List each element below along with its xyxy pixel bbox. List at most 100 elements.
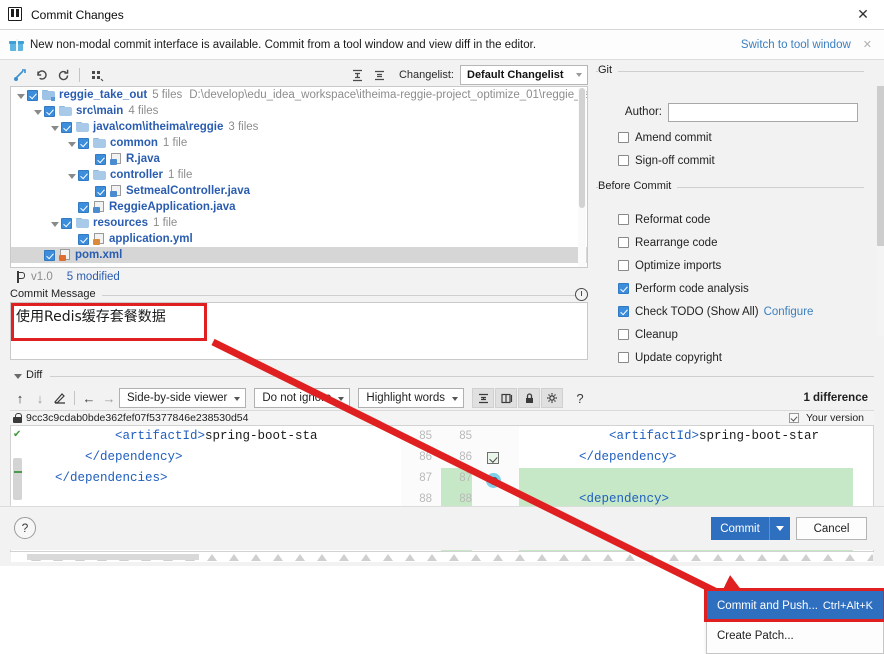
options-scrollbar[interactable] [877,86,884,336]
apply-right-icon[interactable]: → [99,388,119,408]
perform-code-analysis-checkbox[interactable]: Perform code analysis [618,279,749,298]
chevron-down-icon[interactable] [32,106,43,117]
tree-row-checkbox[interactable] [78,234,89,245]
lock-icon [13,413,22,423]
chevron-down-icon[interactable] [15,90,26,101]
changes-toolbar: Changelist: Default Changelist [8,64,588,86]
amend-commit-checkbox[interactable]: Amend commit [618,128,712,147]
switch-to-tool-window-link[interactable]: Switch to tool window [741,39,851,51]
cancel-button[interactable]: Cancel [796,517,867,540]
commit-dropdown-menu[interactable]: Commit and Push... Ctrl+Alt+K Create Pat… [706,590,884,654]
notification-close-icon[interactable]: ✕ [863,38,874,51]
expand-all-icon[interactable] [347,65,369,85]
edit-source-icon[interactable] [50,388,70,408]
chevron-down-icon[interactable] [49,218,60,229]
chevron-down-icon [776,526,784,531]
folder-icon [93,138,106,149]
optimize-imports-checkbox[interactable]: Optimize imports [618,256,721,275]
close-icon[interactable]: ✕ [850,4,876,26]
show-diff-icon[interactable] [8,65,30,85]
tree-row[interactable]: src\main4 files [11,103,587,119]
collapse-unchanged-icon[interactable] [472,388,494,408]
tree-row-checkbox[interactable] [61,122,72,133]
help-button[interactable]: ? [14,517,36,539]
tree-row[interactable]: ReggieApplication.java [11,199,587,215]
tree-row[interactable]: pom.xml [11,247,587,263]
tree-scrollbar[interactable] [578,88,586,268]
next-difference-icon[interactable]: ↓ [30,388,50,408]
your-version-checkbox[interactable] [789,413,799,423]
tree-row[interactable]: resources1 file [11,215,587,231]
diff-code-line: <artifactId>spring-boot-sta [25,426,401,447]
tree-row[interactable]: application.yml [11,231,587,247]
tree-row-name: SetmealController.java [126,185,250,197]
tree-row[interactable]: java\com\itheima\reggie3 files [11,119,587,135]
tree-row-checkbox[interactable] [44,250,55,261]
changed-files-tree[interactable]: reggie_take_out5 filesD:\develop\edu_ide… [10,86,588,268]
changelist-select[interactable]: Default Changelist [460,65,588,85]
chevron-down-icon[interactable] [66,170,77,181]
branch-status-row: v1.0 5 modified [10,268,588,286]
tree-row-checkbox[interactable] [78,170,89,181]
commit-button[interactable]: Commit [711,517,769,540]
menu-item-commit-and-push[interactable]: Commit and Push... Ctrl+Alt+K [707,591,883,621]
tree-row-checkbox[interactable] [61,218,72,229]
previous-difference-icon[interactable]: ↑ [10,388,30,408]
tree-row-checkbox[interactable] [78,138,89,149]
check-todo-checkbox[interactable]: Check TODO (Show All) Configure [618,302,813,321]
tree-row-checkbox[interactable] [95,154,106,165]
chevron-down-icon[interactable] [14,374,22,379]
author-field[interactable] [668,103,858,122]
tree-row[interactable]: reggie_take_out5 filesD:\develop\edu_ide… [11,87,587,103]
read-only-icon[interactable] [518,388,540,408]
revision-hash: 9cc3c9cdab0bde362fef07f5377846e238530d54 [26,412,248,424]
tree-row[interactable]: R.java [11,151,587,167]
tree-row[interactable]: controller1 file [11,167,587,183]
dialog-button-bar: ? Commit Cancel [0,506,884,550]
checkbox-icon [618,329,629,340]
ignore-mode-select[interactable]: Do not ignore [254,388,350,408]
tree-row-checkbox[interactable] [78,202,89,213]
git-section-label: Git [598,64,618,76]
settings-icon[interactable] [541,388,563,408]
changelist-value: Default Changelist [467,69,564,81]
collapse-all-icon[interactable] [369,65,391,85]
checkbox-icon [618,237,629,248]
configure-todo-link[interactable]: Configure [764,306,814,318]
viewer-mode-select[interactable]: Side-by-side viewer [119,388,246,408]
revert-change-icon[interactable] [486,473,501,488]
diff-help-icon[interactable]: ? [570,388,590,408]
apply-left-icon[interactable]: ← [79,388,99,408]
cleanup-checkbox[interactable]: Cleanup [618,325,678,344]
notification-text: New non-modal commit interface is availa… [30,39,741,51]
tree-row[interactable]: common1 file [11,135,587,151]
diff-section-header: Diff [10,370,874,384]
diff-horizontal-scrollbar[interactable] [11,552,873,562]
tree-row-path: D:\develop\edu_idea_workspace\itheima-re… [189,89,588,101]
chevron-down-icon [452,397,458,401]
show-whitespace-icon[interactable] [495,388,517,408]
refresh-icon[interactable] [52,65,74,85]
diff-vertical-scrollbar[interactable] [13,458,22,500]
tree-row-checkbox[interactable] [44,106,55,117]
tree-row-checkbox[interactable] [27,90,38,101]
clock-icon[interactable] [575,288,588,301]
chevron-down-icon[interactable] [49,122,60,133]
commit-dropdown-button[interactable] [769,517,790,540]
commit-message-input[interactable]: 使用Redis缓存套餐数据 [10,302,588,360]
window-title: Commit Changes [31,8,850,22]
tree-row[interactable]: SetmealController.java [11,183,587,199]
signoff-commit-checkbox[interactable]: Sign-off commit [618,151,715,170]
tree-row-checkbox[interactable] [95,186,106,197]
accept-change-checkbox[interactable] [487,452,499,464]
reformat-code-checkbox[interactable]: Reformat code [618,210,710,229]
menu-item-create-patch[interactable]: Create Patch... [707,621,883,651]
revert-icon[interactable] [30,65,52,85]
difference-count: 1 difference [803,392,874,404]
highlight-mode-select[interactable]: Highlight words [358,388,464,408]
chevron-down-icon[interactable] [66,138,77,149]
update-copyright-checkbox[interactable]: Update copyright [618,348,722,367]
diff-line-number: 85 [401,426,432,447]
rearrange-code-checkbox[interactable]: Rearrange code [618,233,717,252]
group-by-icon[interactable] [85,65,107,85]
